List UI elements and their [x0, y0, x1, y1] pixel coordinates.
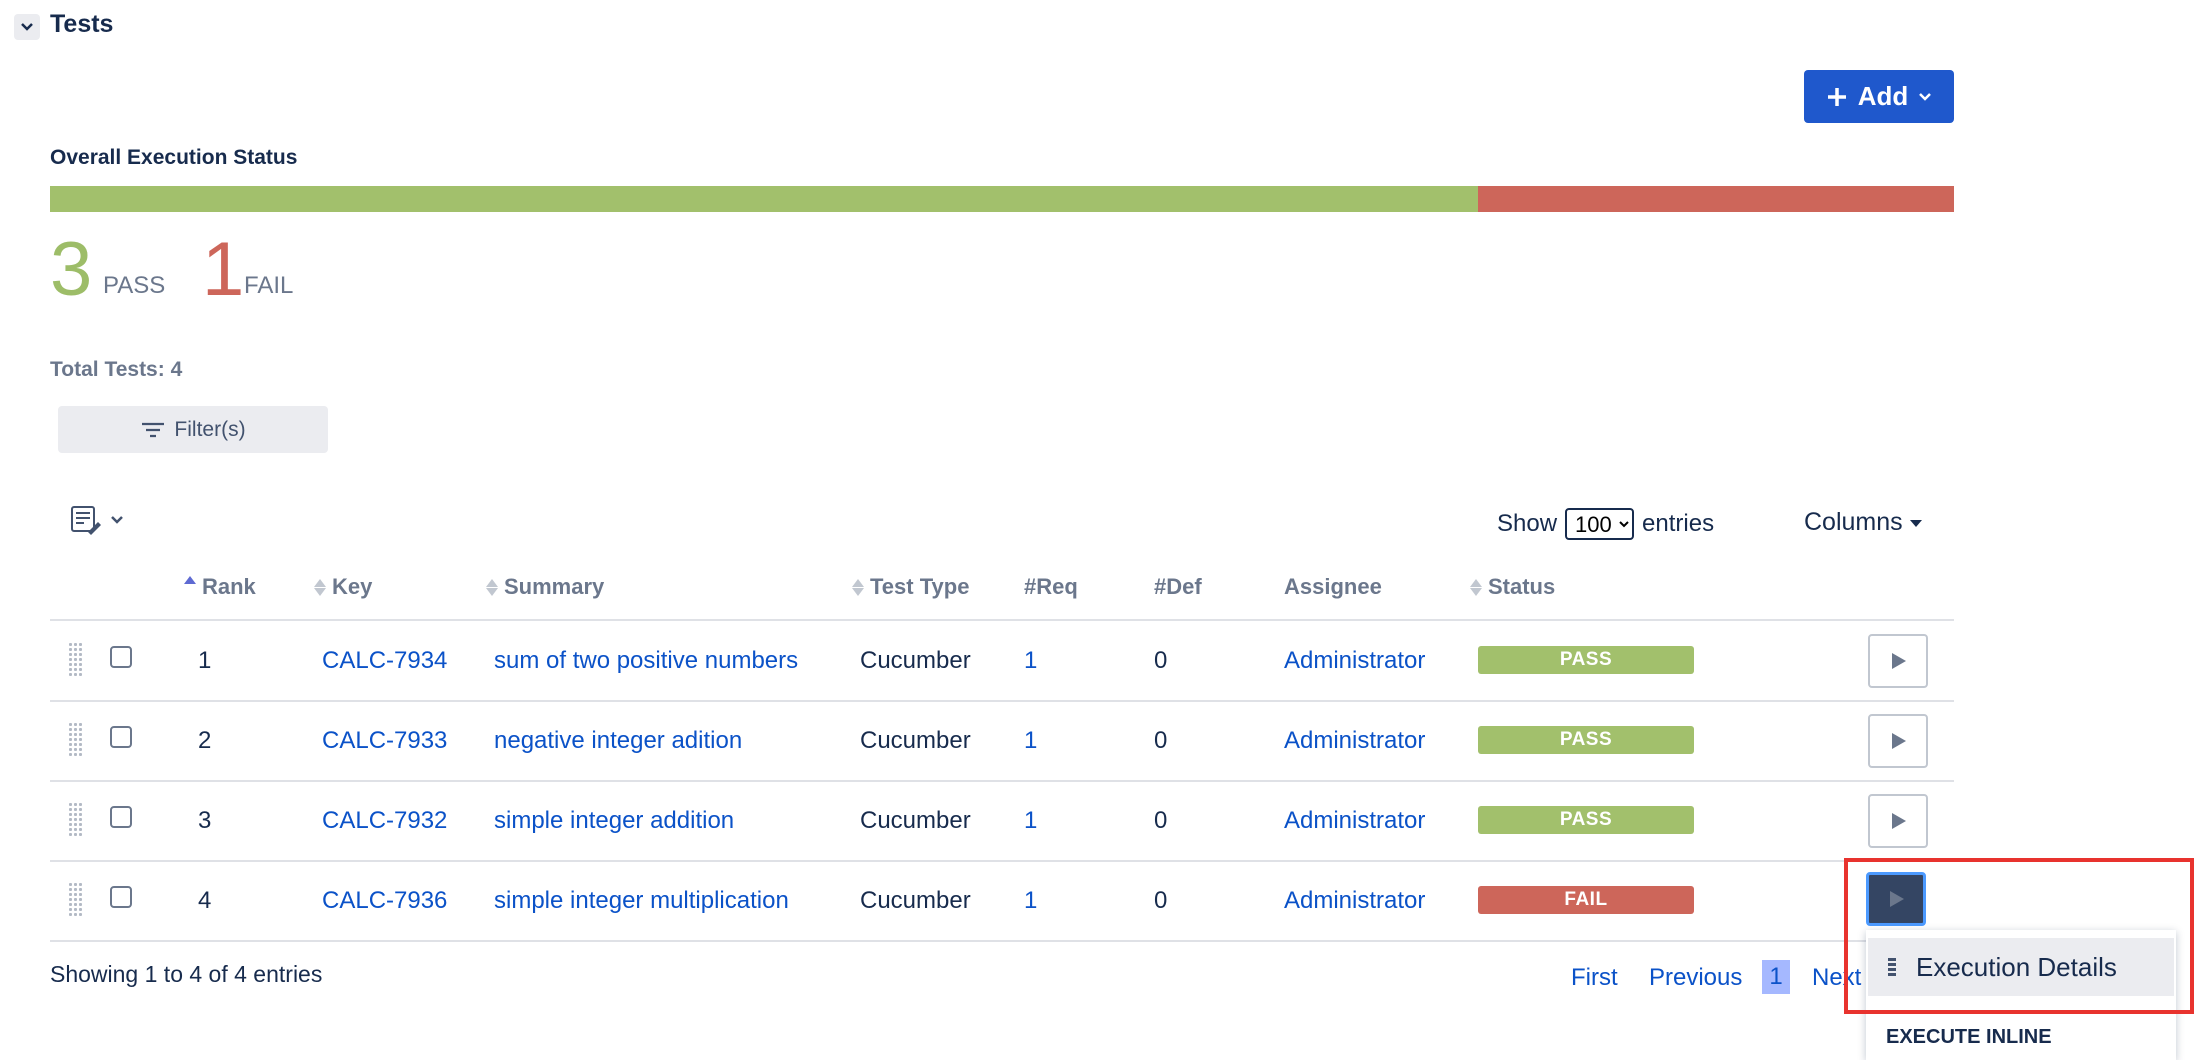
row-rank: 1	[198, 647, 212, 674]
row-checkbox[interactable]	[110, 646, 132, 668]
overall-execution-label: Overall Execution Status	[50, 146, 298, 169]
chevron-down-icon	[21, 23, 33, 31]
row-req-link[interactable]: 1	[1024, 727, 1037, 755]
sort-icon	[852, 578, 864, 596]
row-key-link[interactable]: CALC-7933	[322, 727, 447, 755]
section-collapse-toggle[interactable]	[14, 14, 40, 40]
play-icon	[1892, 733, 1906, 749]
chevron-down-icon	[111, 516, 123, 524]
row-rank: 2	[198, 727, 212, 754]
row-assignee-link[interactable]: Administrator	[1284, 647, 1425, 675]
row-key-link[interactable]: CALC-7932	[322, 807, 447, 835]
columns-button[interactable]: Columns	[1804, 508, 1923, 537]
sort-icon	[1470, 578, 1482, 596]
status-badge: PASS	[1478, 726, 1694, 754]
column-header-status[interactable]: Status	[1470, 574, 1555, 600]
row-summary-link[interactable]: simple integer addition	[494, 807, 734, 835]
run-test-button[interactable]	[1868, 634, 1928, 688]
show-entries: Show 100 entries	[1497, 508, 1714, 540]
row-def: 0	[1154, 727, 1168, 754]
row-test-type: Cucumber	[860, 887, 971, 914]
filter-icon	[142, 422, 165, 437]
caret-down-icon	[1909, 519, 1922, 527]
row-def: 0	[1154, 887, 1168, 914]
fail-count: 1	[202, 227, 245, 312]
row-test-type: Cucumber	[860, 727, 971, 754]
status-badge: PASS	[1478, 806, 1694, 834]
drag-handle-icon[interactable]	[68, 722, 82, 758]
row-divider	[50, 940, 1954, 942]
column-header-summary[interactable]: Summary	[486, 574, 604, 600]
row-divider	[50, 780, 1954, 782]
column-header-def: #Def	[1154, 574, 1202, 599]
filter-label: Filter(s)	[174, 417, 246, 441]
chevron-down-icon	[1919, 92, 1932, 101]
row-rank: 3	[198, 807, 212, 834]
pass-count: 3	[50, 227, 93, 312]
drag-handle-icon[interactable]	[68, 642, 82, 678]
column-header-key[interactable]: Key	[314, 574, 372, 600]
row-rank: 4	[198, 887, 212, 914]
drag-handle-icon[interactable]	[68, 882, 82, 918]
sort-ascending-icon	[184, 576, 196, 584]
row-test-type: Cucumber	[860, 647, 971, 674]
total-tests: Total Tests: 4	[50, 358, 183, 381]
row-checkbox[interactable]	[110, 726, 132, 748]
sort-icon	[486, 578, 498, 596]
column-config-toggle[interactable]	[70, 504, 124, 536]
row-assignee-link[interactable]: Administrator	[1284, 807, 1425, 835]
row-summary-link[interactable]: sum of two positive numbers	[494, 647, 798, 675]
column-header-req: #Req	[1024, 574, 1078, 599]
add-button-label: Add	[1857, 81, 1909, 111]
row-divider	[50, 700, 1954, 702]
row-def: 0	[1154, 807, 1168, 834]
row-req-link[interactable]: 1	[1024, 647, 1037, 675]
row-def: 0	[1154, 647, 1168, 674]
add-button[interactable]: Add	[1804, 70, 1954, 123]
status-badge: PASS	[1478, 646, 1694, 674]
row-checkbox[interactable]	[110, 806, 132, 828]
pager-previous[interactable]: Previous	[1649, 964, 1742, 992]
execute-inline-section: EXECUTE INLINE	[1886, 1026, 2052, 1048]
execution-status-bar	[50, 186, 1954, 212]
pager-current-page[interactable]: 1	[1762, 960, 1790, 994]
section-title: Tests	[50, 10, 114, 38]
pager-first[interactable]: First	[1571, 964, 1618, 992]
row-checkbox[interactable]	[110, 886, 132, 908]
row-key-link[interactable]: CALC-7934	[322, 647, 447, 675]
run-test-button[interactable]	[1868, 794, 1928, 848]
row-summary-link[interactable]: negative integer adition	[494, 727, 742, 755]
show-label: Show	[1497, 510, 1558, 537]
header-divider	[50, 619, 1954, 621]
status-badge: FAIL	[1478, 886, 1694, 914]
pass-label: PASS	[103, 272, 166, 299]
row-summary-link[interactable]: simple integer multiplication	[494, 887, 789, 915]
row-assignee-link[interactable]: Administrator	[1284, 887, 1425, 915]
entries-suffix: entries	[1642, 510, 1715, 537]
column-header-test-type[interactable]: Test Type	[852, 574, 969, 600]
row-key-link[interactable]: CALC-7936	[322, 887, 447, 915]
status-bar-pass-segment	[50, 186, 1478, 212]
filter-button[interactable]: Filter(s)	[58, 406, 328, 453]
sort-icon	[314, 578, 326, 596]
plus-icon	[1827, 87, 1846, 106]
row-req-link[interactable]: 1	[1024, 887, 1037, 915]
row-req-link[interactable]: 1	[1024, 807, 1037, 835]
drag-handle-icon[interactable]	[68, 802, 82, 838]
play-icon	[1892, 653, 1906, 669]
status-bar-fail-segment	[1478, 186, 1954, 212]
entries-select[interactable]: 100	[1565, 508, 1635, 540]
play-icon	[1892, 813, 1906, 829]
run-test-button[interactable]	[1868, 714, 1928, 768]
highlight-annotation	[1844, 858, 2194, 1014]
table-info: Showing 1 to 4 of 4 entries	[50, 961, 323, 987]
column-config-icon	[71, 506, 101, 535]
row-test-type: Cucumber	[860, 807, 971, 834]
row-divider	[50, 860, 1954, 862]
columns-label: Columns	[1804, 508, 1903, 536]
column-header-assignee: Assignee	[1284, 574, 1382, 599]
fail-label: FAIL	[244, 272, 294, 299]
row-assignee-link[interactable]: Administrator	[1284, 727, 1425, 755]
column-header-rank[interactable]: Rank	[184, 574, 256, 600]
